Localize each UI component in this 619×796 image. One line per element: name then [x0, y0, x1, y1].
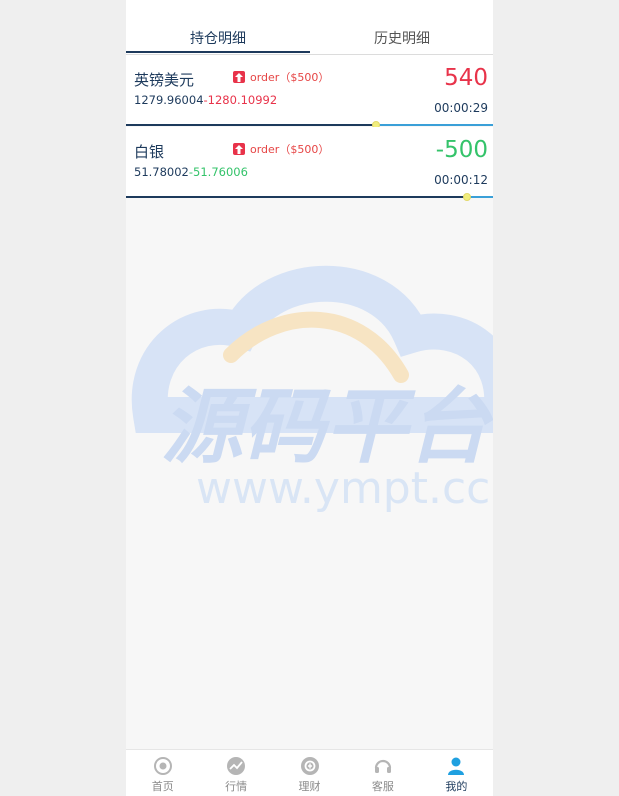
progress-fill: [376, 124, 493, 126]
nav-label: 理财: [298, 780, 321, 793]
tab-holdings[interactable]: 持仓明细: [126, 28, 310, 48]
position-name: 英镑美元: [134, 71, 195, 89]
home-target-icon: [153, 757, 172, 775]
progress-marker: [463, 193, 471, 201]
order-badge: order（$500）: [233, 69, 329, 85]
watermark-url: www.ympt.cc: [196, 463, 490, 514]
open-price: 1279.96004: [134, 93, 204, 107]
nav-label: 首页: [151, 780, 174, 793]
nav-home[interactable]: 首页: [126, 750, 199, 796]
position-row[interactable]: 白银 order（$500） 51.78002-51.76006 -500 00…: [126, 127, 493, 201]
hold-time: 00:00:29: [434, 101, 488, 115]
price-range: 51.78002-51.76006: [134, 165, 248, 179]
user-icon: [448, 757, 465, 775]
nav-service[interactable]: 客服: [346, 750, 419, 796]
tab-bar: 持仓明细 历史明细: [126, 0, 493, 55]
hold-time: 00:00:12: [434, 173, 488, 187]
bottom-nav: 首页 行情 理财 客服 我的: [126, 749, 493, 796]
price-range: 1279.96004-1280.10992: [134, 93, 277, 107]
order-badge: order（$500）: [233, 141, 329, 157]
nav-label: 行情: [225, 780, 248, 793]
nav-finance[interactable]: 理财: [273, 750, 346, 796]
finance-icon: [300, 757, 319, 775]
tab-history[interactable]: 历史明细: [310, 28, 493, 48]
profit-loss: -500: [435, 137, 488, 163]
progress-track: [126, 196, 493, 198]
nav-market[interactable]: 行情: [199, 750, 272, 796]
watermark-logo: 源码平台 www.ympt.cc: [126, 265, 493, 519]
nav-label: 我的: [445, 780, 468, 793]
position-name: 白银: [134, 143, 165, 161]
current-price: 1280.10992: [207, 93, 278, 107]
current-price: 51.76006: [193, 165, 248, 179]
arrow-up-icon: [233, 71, 245, 83]
nav-mine[interactable]: 我的: [420, 750, 493, 796]
position-row[interactable]: 英镑美元 order（$500） 1279.96004-1280.10992 5…: [126, 55, 493, 129]
app-screen: 持仓明细 历史明细 英镑美元 order（$500） 1279.96004-12…: [126, 0, 493, 796]
order-text: order（$500）: [250, 71, 330, 84]
headset-icon: [374, 759, 392, 773]
profit-loss: 540: [444, 65, 488, 91]
chart-trend-icon: [227, 757, 246, 775]
nav-label: 客服: [371, 780, 394, 793]
watermark-title: 源码平台: [161, 380, 493, 475]
arrow-up-icon: [233, 143, 245, 155]
open-price: 51.78002: [134, 165, 189, 179]
order-text: order（$500）: [250, 143, 330, 156]
active-tab-underline: [126, 51, 310, 53]
